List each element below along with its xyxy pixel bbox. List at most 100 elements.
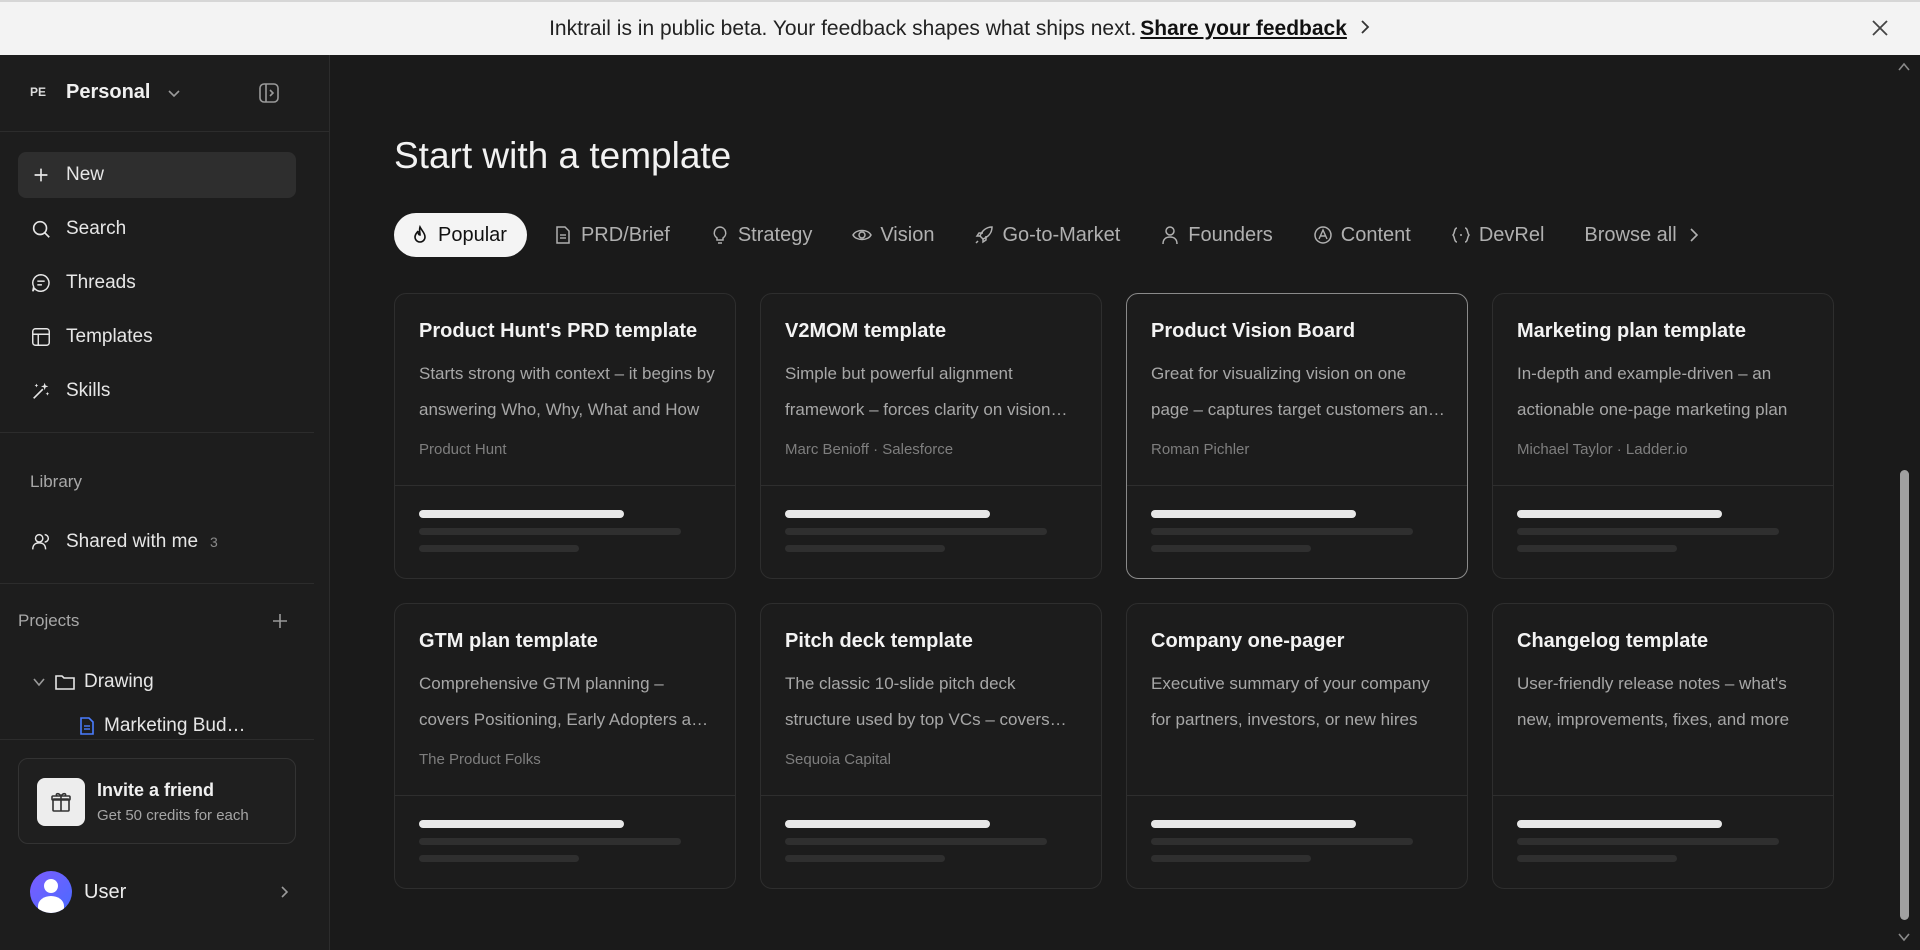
card-divider <box>1127 795 1467 796</box>
template-card-gtm-plan[interactable]: GTM plan template Comprehensive GTM plan… <box>394 603 736 889</box>
project-file-marketing[interactable]: Marketing Bud… <box>78 715 246 737</box>
close-icon[interactable] <box>1868 16 1892 40</box>
workspace-name[interactable]: Personal <box>66 81 150 104</box>
tab-devrel[interactable]: DevRel <box>1437 213 1559 257</box>
card-divider <box>1127 485 1467 486</box>
card-author: Marc Benioff · Salesforce <box>785 441 954 458</box>
scroll-up-arrow-icon[interactable] <box>1898 62 1910 72</box>
layout-icon <box>32 328 50 346</box>
sidebar-item-skills[interactable]: Skills <box>18 368 296 414</box>
tab-prd-brief[interactable]: PRD/Brief <box>539 213 684 257</box>
sidebar-item-label: New <box>66 164 105 185</box>
sidebar-item-threads[interactable]: Threads <box>18 260 296 306</box>
eye-icon <box>852 229 873 241</box>
workspace-switcher[interactable]: PE Personal <box>0 55 330 132</box>
sidebar-item-search[interactable]: Search <box>18 206 296 252</box>
card-description: The classic 10-slide pitch deck structur… <box>785 674 1050 729</box>
preview-line <box>785 838 1047 845</box>
card-title: Changelog template <box>1517 630 1709 652</box>
card-divider <box>1493 795 1833 796</box>
library-heading: Library <box>30 472 82 491</box>
tab-label: Go-to-Market <box>1002 223 1121 246</box>
chevron-right-icon[interactable] <box>1359 17 1371 40</box>
sidebar-divider <box>0 739 314 740</box>
preview-line <box>419 528 681 535</box>
preview-line <box>785 545 945 552</box>
card-title: Product Hunt's PRD template <box>419 320 698 342</box>
document-icon <box>80 717 94 735</box>
card-divider <box>761 485 1101 486</box>
card-author: Sequoia Capital <box>785 751 891 768</box>
invite-title: Invite a friend <box>97 780 215 800</box>
preview-line <box>1517 820 1722 828</box>
template-card-pitch-deck[interactable]: Pitch deck template The classic 10-slide… <box>760 603 1102 889</box>
sidebar-item-shared-with-me[interactable]: Shared with me 3 <box>18 519 296 565</box>
tab-label: Vision <box>880 223 935 246</box>
tab-label: Browse all <box>1584 223 1677 246</box>
sidebar-item-new[interactable]: New <box>18 152 296 198</box>
tab-label: DevRel <box>1478 223 1545 246</box>
tab-vision[interactable]: Vision <box>838 213 948 257</box>
template-category-tabs: Popular PRD/Brief Strategy Vision Go-to-… <box>394 212 1729 258</box>
chevron-right-icon[interactable] <box>276 884 292 900</box>
sidebar-item-label: Search <box>66 218 127 239</box>
scrollbar-thumb[interactable] <box>1900 470 1909 920</box>
code-braces-icon <box>1451 227 1470 243</box>
page-title: Start with a template <box>394 135 732 176</box>
sidebar-item-label: Shared with me <box>66 531 199 552</box>
content-circle-icon <box>1314 226 1332 244</box>
chevron-down-icon[interactable] <box>32 675 46 689</box>
document-icon <box>556 226 570 244</box>
folder-label: Drawing <box>84 671 154 692</box>
banner-message: Inktrail is in public beta. Your feedbac… <box>549 16 1137 40</box>
template-card-changelog[interactable]: Changelog template User-friendly release… <box>1492 603 1834 889</box>
scroll-down-arrow-icon[interactable] <box>1898 932 1910 942</box>
preview-line <box>785 510 990 518</box>
card-description: Simple but powerful alignment framework … <box>785 364 1051 419</box>
tab-strategy[interactable]: Strategy <box>696 213 826 257</box>
tab-content[interactable]: Content <box>1299 213 1425 257</box>
template-card-marketing-plan[interactable]: Marketing plan template In-depth and exa… <box>1492 293 1834 579</box>
gift-icon <box>37 778 85 826</box>
preview-line <box>419 820 624 828</box>
person-icon <box>1162 226 1179 245</box>
template-card-company-one-pager[interactable]: Company one-pager Executive summary of y… <box>1126 603 1468 889</box>
tab-popular[interactable]: Popular <box>394 213 527 257</box>
sidebar-divider <box>0 583 314 584</box>
user-menu[interactable]: User <box>30 870 292 914</box>
preview-line <box>785 855 945 862</box>
card-title: Marketing plan template <box>1517 320 1746 342</box>
sparkle-wand-icon <box>33 382 50 399</box>
card-description: User-friendly release notes – what's new… <box>1517 674 1790 729</box>
card-title: GTM plan template <box>419 630 598 652</box>
sidebar-item-templates[interactable]: Templates <box>18 314 296 360</box>
preview-line <box>419 510 624 518</box>
invite-friend-card[interactable]: Invite a friend Get 50 credits for each <box>18 758 296 844</box>
flame-icon <box>414 225 426 243</box>
card-divider <box>395 485 735 486</box>
avatar <box>30 871 72 913</box>
add-project-plus-icon[interactable] <box>270 611 290 631</box>
invite-subtitle: Get 50 credits for each <box>97 807 249 824</box>
search-icon <box>32 220 50 238</box>
plus-icon <box>34 168 48 182</box>
project-folder-drawing[interactable]: Drawing <box>32 671 154 693</box>
tab-browse-all[interactable]: Browse all <box>1570 213 1716 257</box>
preview-line <box>1151 545 1311 552</box>
tab-go-to-market[interactable]: Go-to-Market <box>960 213 1134 257</box>
chevron-down-icon[interactable] <box>166 85 182 101</box>
tab-label: Popular <box>438 223 507 246</box>
template-card-product-vision-board[interactable]: Product Vision Board Great for visualizi… <box>1126 293 1468 579</box>
beta-banner: Inktrail is in public beta. Your feedbac… <box>0 0 1920 55</box>
card-divider <box>395 795 735 796</box>
template-card-v2mom[interactable]: V2MOM template Simple but powerful align… <box>760 293 1102 579</box>
share-feedback-link[interactable]: Share your feedback <box>1140 17 1347 41</box>
folder-icon <box>55 675 75 690</box>
template-card-product-hunt-prd[interactable]: Product Hunt's PRD template Starts stron… <box>394 293 736 579</box>
projects-heading: Projects <box>18 611 80 630</box>
sidebar-toggle-icon[interactable] <box>257 81 281 105</box>
card-author: Product Hunt <box>419 441 507 458</box>
person-icon <box>32 533 50 550</box>
preview-line <box>785 528 1047 535</box>
tab-founders[interactable]: Founders <box>1146 213 1287 257</box>
